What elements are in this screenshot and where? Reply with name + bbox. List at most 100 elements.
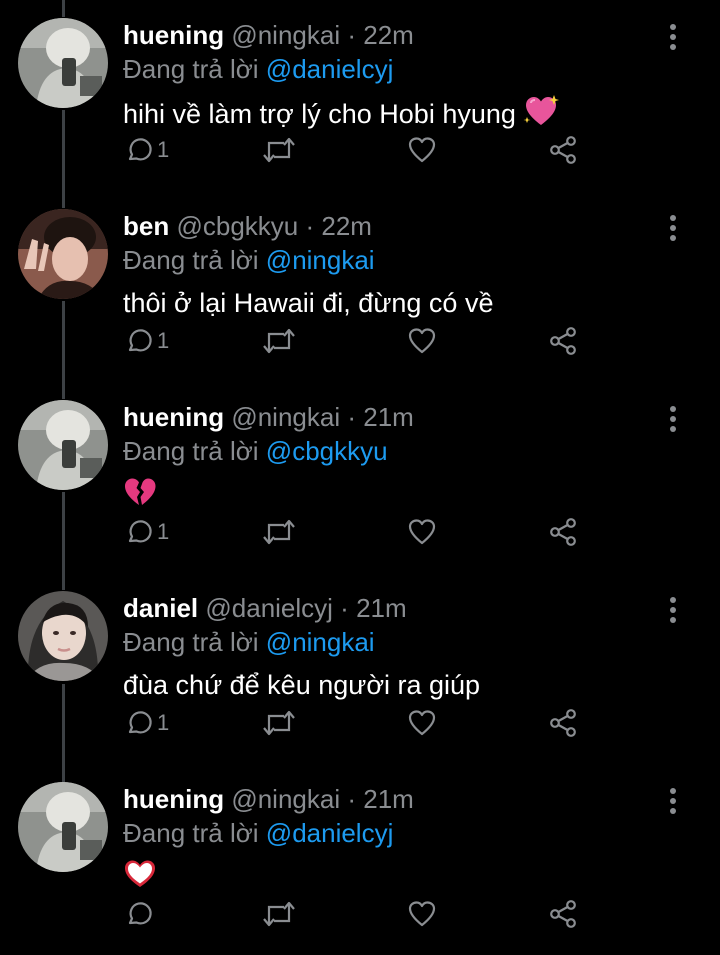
replying-to: Đang trả lời @danielcyj [123,816,393,850]
like-button[interactable] [407,894,437,934]
avatar[interactable] [18,400,108,490]
share-button[interactable] [548,703,578,743]
tweet-text [123,475,157,513]
tweet[interactable]: huening @ningkai · 21m Đang trả lời @dan… [0,764,720,955]
retweet-button[interactable] [262,321,296,361]
avatar[interactable] [18,782,108,872]
user-handle[interactable]: @ningkai [231,784,340,814]
avatar[interactable] [18,209,108,299]
separator-dot: · [347,402,357,432]
like-button[interactable] [407,512,437,552]
reply-button[interactable]: 1 [123,512,169,552]
replying-label: Đang trả lời [123,627,259,657]
reply-count: 1 [157,328,170,353]
tweet[interactable]: ben @cbgkkyu · 22m Đang trả lời @ningkai… [0,191,720,382]
mention-link[interactable]: @ningkai [266,627,375,657]
retweet-icon [263,328,295,354]
replying-label: Đang trả lời [123,436,259,466]
display-name[interactable]: huening [123,20,224,50]
share-icon [550,518,576,546]
reply-icon [128,520,152,543]
like-button[interactable] [407,321,437,361]
tweet[interactable]: huening @ningkai · 21m Đang trả lời @cbg… [0,382,720,573]
tweet-text: thôi ở lại Hawaii đi, đừng có về [123,284,493,322]
tweet-text-content: hihi về làm trợ lý cho Hobi hyung [123,99,516,130]
display-name[interactable]: huening [123,784,224,814]
tweet-actions: 1 [0,703,720,743]
tweet-text [123,857,157,895]
user-handle[interactable]: @ningkai [231,20,340,50]
timestamp[interactable]: 22m [321,211,372,241]
reply-button[interactable] [123,894,157,934]
user-handle[interactable]: @cbgkkyu [176,211,298,241]
avatar[interactable] [18,18,108,108]
tweet[interactable]: huening @ningkai · 22m Đang trả lời @dan… [0,0,720,191]
replying-label: Đang trả lời [123,818,259,848]
share-button[interactable] [548,894,578,934]
reply-button[interactable]: 1 [123,703,169,743]
display-name[interactable]: huening [123,402,224,432]
reply-icon [128,902,152,925]
share-button[interactable] [548,512,578,552]
more-options-icon[interactable] [660,404,686,434]
retweet-icon [263,901,295,927]
retweet-icon [263,519,295,545]
replying-label: Đang trả lời [123,54,259,84]
reply-icon [128,138,152,161]
retweet-button[interactable] [262,512,296,552]
avatar[interactable] [18,591,108,681]
share-button[interactable] [548,130,578,170]
mention-link[interactable]: @danielcyj [266,818,394,848]
separator-dot: · [340,593,349,623]
tweet[interactable]: daniel @danielcyj · 21m Đang trả lời @ni… [0,573,720,764]
like-button[interactable] [407,703,437,743]
reply-icon [128,329,152,352]
reply-count: 1 [157,710,170,735]
like-button[interactable] [407,130,437,170]
tweet-actions [0,894,720,934]
timestamp[interactable]: 21m [363,784,414,814]
timestamp[interactable]: 21m [356,593,407,623]
more-options-icon[interactable] [660,595,686,625]
tweet-actions: 1 [0,130,720,170]
more-options-icon[interactable] [660,213,686,243]
retweet-button[interactable] [262,894,296,934]
user-handle[interactable]: @danielcyj [205,593,333,623]
share-icon [550,327,576,355]
timestamp[interactable]: 21m [363,402,414,432]
tweet-text-content: đùa chứ để kêu người ra giúp [123,670,481,700]
retweet-icon [263,710,295,736]
tweet-text: đùa chứ để kêu người ra giúp [123,666,480,704]
tweet-actions: 1 [0,321,720,361]
share-icon [550,709,576,737]
mention-link[interactable]: @danielcyj [266,54,394,84]
more-options-icon[interactable] [660,786,686,816]
tweet-header: huening @ningkai · 21m [123,782,414,816]
replying-to: Đang trả lời @cbgkkyu [123,434,388,468]
reply-button[interactable]: 1 [123,130,169,170]
retweet-button[interactable] [262,130,296,170]
replying-to: Đang trả lời @ningkai [123,243,375,277]
retweet-icon [263,137,295,163]
mention-link[interactable]: @ningkai [266,245,375,275]
separator-dot: · [347,784,357,814]
share-icon [550,900,576,928]
replying-label: Đang trả lời [123,245,259,275]
tweet-header: ben @cbgkkyu · 22m [123,209,372,243]
user-handle[interactable]: @ningkai [231,402,340,432]
retweet-button[interactable] [262,703,296,743]
mention-link[interactable]: @cbgkkyu [266,436,388,466]
replying-to: Đang trả lời @ningkai [123,625,375,659]
timestamp[interactable]: 22m [363,20,414,50]
display-name[interactable]: ben [123,211,169,241]
heart-icon [408,328,436,354]
tweet-text-content: thôi ở lại Hawaii đi, đừng có về [123,288,494,318]
display-name[interactable]: daniel [123,593,198,623]
share-button[interactable] [548,321,578,361]
tweet-header: huening @ningkai · 22m [123,18,414,52]
tweet-header: huening @ningkai · 21m [123,400,414,434]
separator-dot: · [347,20,357,50]
more-options-icon[interactable] [660,22,686,52]
heart-icon [408,519,436,545]
reply-button[interactable]: 1 [123,321,169,361]
